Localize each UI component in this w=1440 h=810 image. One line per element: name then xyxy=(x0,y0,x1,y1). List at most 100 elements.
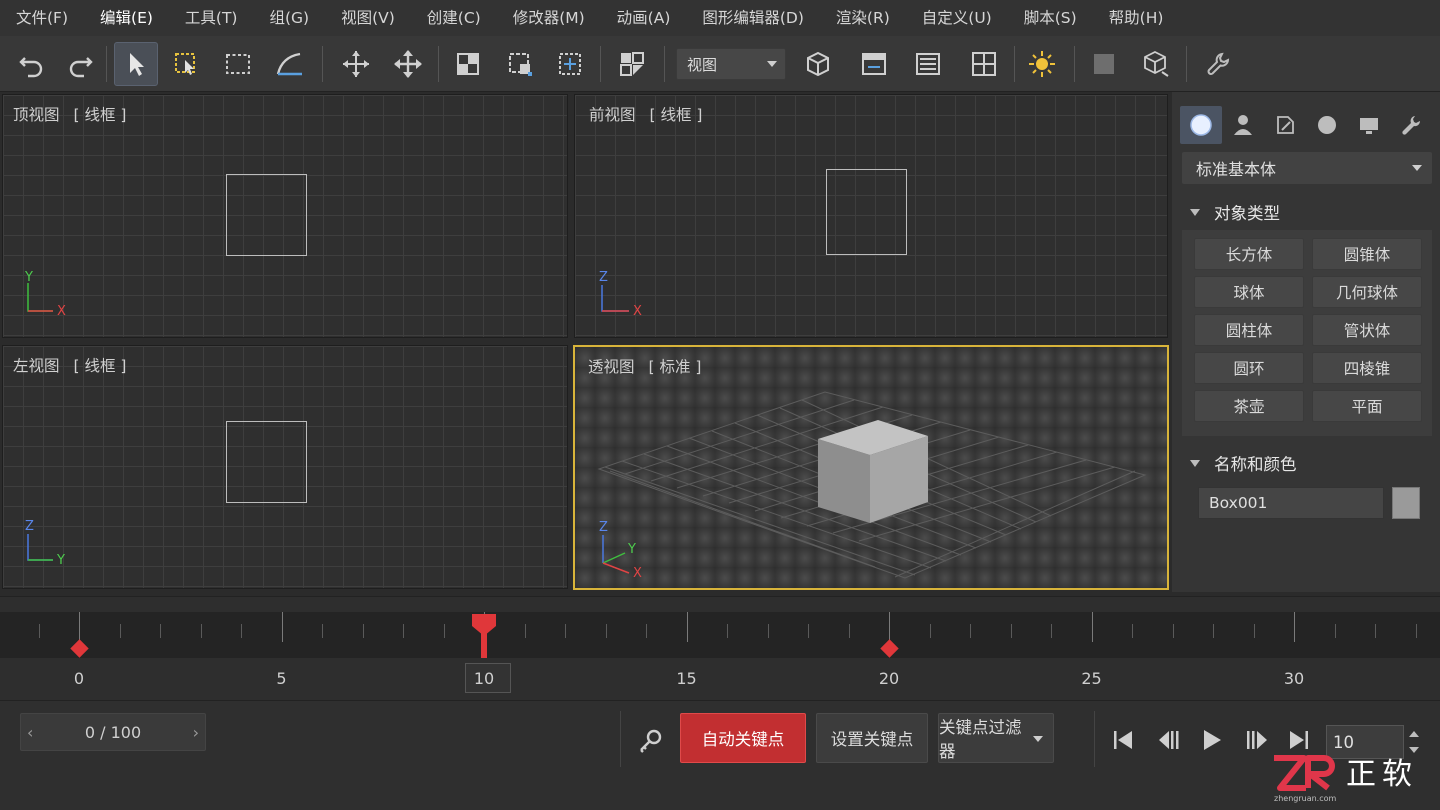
menu-help[interactable]: 帮助(H) xyxy=(1093,0,1180,36)
box-wireframe[interactable] xyxy=(226,174,307,256)
undo-icon[interactable] xyxy=(10,42,54,86)
hierarchy-icon[interactable] xyxy=(1264,106,1306,144)
torus-button[interactable]: 圆环 xyxy=(1194,352,1304,384)
menu-tools[interactable]: 工具(T) xyxy=(169,0,254,36)
menu-create[interactable]: 创建(C) xyxy=(411,0,497,36)
watermark-brand: 正软 xyxy=(1346,757,1418,792)
cube-icon[interactable] xyxy=(796,42,840,86)
menu-customize[interactable]: 自定义(U) xyxy=(906,0,1008,36)
timeline-tick xyxy=(200,624,202,638)
keyframe-marker[interactable] xyxy=(879,639,899,658)
utilities-icon[interactable] xyxy=(1390,106,1432,144)
frame-range-value: 0 / 100 xyxy=(84,723,142,742)
material-icon[interactable] xyxy=(1082,42,1126,86)
viewport-left[interactable]: 左视图 [ 线框 ] Z Y xyxy=(2,345,568,589)
box-button[interactable]: 长方体 xyxy=(1194,238,1304,270)
timeline-tick xyxy=(565,624,566,638)
viewport-front[interactable]: 前视图 [ 线框 ] Z X xyxy=(574,94,1168,338)
curve-editor-icon[interactable] xyxy=(852,42,896,86)
next-frame-arrow-icon[interactable]: › xyxy=(193,723,199,742)
redo-icon[interactable] xyxy=(58,42,102,86)
tube-button[interactable]: 管状体 xyxy=(1312,314,1422,346)
menu-graph-editors[interactable]: 图形编辑器(D) xyxy=(686,0,820,36)
keyframe-marker[interactable] xyxy=(69,639,89,658)
axis-gizmo-icon: Z Y xyxy=(25,519,65,566)
object-color-swatch[interactable] xyxy=(1392,487,1420,519)
category-select[interactable]: 标准基本体 xyxy=(1182,152,1432,184)
scene-explorer-icon[interactable] xyxy=(610,42,654,86)
modify-icon[interactable] xyxy=(1222,106,1264,144)
rollout-name-color[interactable]: 名称和颜色 xyxy=(1182,447,1432,479)
play-icon[interactable] xyxy=(1196,725,1226,755)
viewport-label[interactable]: 左视图 [ 线框 ] xyxy=(13,354,126,376)
move-icon[interactable] xyxy=(334,42,378,86)
axis-gizmo-icon: Z X xyxy=(599,270,642,317)
timeline-tick xyxy=(727,624,728,638)
box-object[interactable] xyxy=(818,420,928,523)
auto-key-button[interactable]: 自动关键点 xyxy=(680,713,806,763)
view-select[interactable]: 视图 xyxy=(676,48,786,80)
cylinder-button[interactable]: 圆柱体 xyxy=(1194,314,1304,346)
layer-icon[interactable] xyxy=(548,42,592,86)
display-icon[interactable] xyxy=(1348,106,1390,144)
sun-icon[interactable] xyxy=(1020,42,1064,86)
viewport-mode[interactable]: [ 线框 ] xyxy=(74,106,127,124)
menu-scripting[interactable]: 脚本(S) xyxy=(1008,0,1093,36)
rectangle-select-icon[interactable] xyxy=(216,42,260,86)
go-to-start-icon[interactable] xyxy=(1108,725,1138,755)
box-wireframe[interactable] xyxy=(226,421,307,503)
viewport-label[interactable]: 顶视图 [ 线框 ] xyxy=(13,103,126,125)
axis-label-y: Y xyxy=(24,270,33,285)
plane-button[interactable]: 平面 xyxy=(1312,390,1422,422)
cone-button[interactable]: 圆锥体 xyxy=(1312,238,1422,270)
menu-file[interactable]: 文件(F) xyxy=(0,0,84,36)
wrench-icon[interactable] xyxy=(1196,42,1240,86)
pyramid-button[interactable]: 四棱锥 xyxy=(1312,352,1422,384)
timeline-frame-label: 5 xyxy=(276,669,287,688)
align-icon[interactable] xyxy=(498,42,542,86)
time-slider-handle[interactable] xyxy=(469,612,499,662)
set-key-button[interactable]: 设置关键点 xyxy=(816,713,928,763)
rollout-object-type[interactable]: 对象类型 xyxy=(1182,196,1432,228)
menu-view[interactable]: 视图(V) xyxy=(325,0,411,36)
timeline-tick xyxy=(1294,612,1295,642)
key-icon[interactable] xyxy=(636,727,664,759)
box-wireframe[interactable] xyxy=(826,169,907,255)
timeline-tick xyxy=(970,624,971,638)
sphere-button[interactable]: 球体 xyxy=(1194,276,1304,308)
frame-range-field[interactable]: ‹ 0 / 100 › xyxy=(20,713,206,751)
zr-logo-watermark: 正软 zhengruan.com xyxy=(1274,755,1418,803)
object-name-field[interactable]: Box001 xyxy=(1198,487,1384,519)
motion-icon[interactable] xyxy=(1306,106,1348,144)
viewport-top[interactable]: 顶视图 [ 线框 ] Y X xyxy=(2,94,568,338)
move-all-icon[interactable] xyxy=(386,42,430,86)
select-icon[interactable] xyxy=(114,42,158,86)
render-box-icon[interactable] xyxy=(1134,42,1178,86)
timeline-tick xyxy=(1010,624,1012,638)
viewport-perspective[interactable]: 透视图[ 标准 ] Z Y X xyxy=(573,345,1169,590)
menu-modifiers[interactable]: 修改器(M) xyxy=(497,0,601,36)
timeline-tick xyxy=(443,624,445,638)
menu-rendering[interactable]: 渲染(R) xyxy=(820,0,906,36)
geosphere-button[interactable]: 几何球体 xyxy=(1312,276,1422,308)
key-filters-button[interactable]: 关键点过滤器 xyxy=(938,713,1054,763)
next-frame-icon[interactable] xyxy=(1242,725,1272,755)
viewport-mode[interactable]: [ 线框 ] xyxy=(74,357,127,375)
menu-edit[interactable]: 编辑(E) xyxy=(84,0,169,36)
timeline-frame-label: 15 xyxy=(676,669,697,688)
category-label: 标准基本体 xyxy=(1196,160,1277,179)
mirror-icon[interactable] xyxy=(446,42,490,86)
timeline-tick xyxy=(646,624,647,638)
select-region-icon[interactable] xyxy=(164,42,208,86)
ribbon-icon[interactable] xyxy=(906,42,950,86)
menu-group[interactable]: 组(G) xyxy=(253,0,325,36)
viewport-mode[interactable]: [ 线框 ] xyxy=(650,106,703,124)
create-icon[interactable] xyxy=(1180,106,1222,144)
arc-snap-icon[interactable] xyxy=(268,42,312,86)
menu-animation[interactable]: 动画(A) xyxy=(601,0,687,36)
previous-frame-icon[interactable] xyxy=(1154,725,1184,755)
viewport-label[interactable]: 前视图 [ 线框 ] xyxy=(589,103,702,125)
grid-icon[interactable] xyxy=(962,42,1006,86)
teapot-button[interactable]: 茶壶 xyxy=(1194,390,1304,422)
time-slider-track[interactable] xyxy=(0,612,1440,658)
